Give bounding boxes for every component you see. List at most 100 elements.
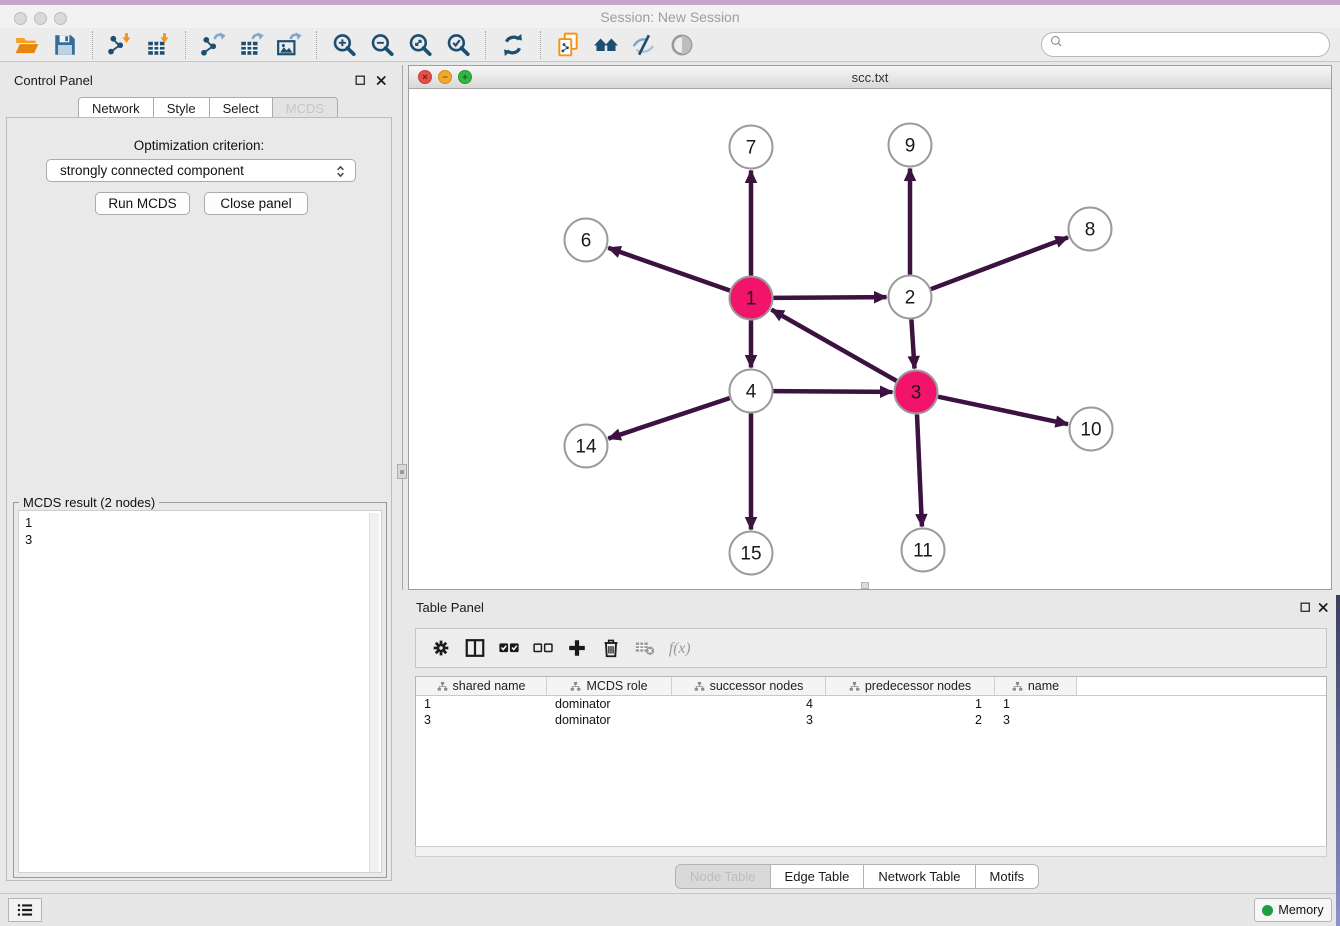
graph-edge-3-1[interactable] (771, 310, 896, 381)
clone-network-icon[interactable] (552, 30, 584, 60)
column-header-name[interactable]: name (995, 677, 1077, 695)
graph-edge-3-10[interactable] (938, 397, 1068, 424)
show-visualization-icon[interactable] (666, 30, 698, 60)
split-panel-icon[interactable] (458, 632, 492, 664)
graph-node-15[interactable]: 15 (730, 532, 773, 575)
panel-divider-handle[interactable] (397, 464, 407, 479)
graph-edge-1-2[interactable] (773, 297, 886, 298)
application-window: Session: New Session Control Panel Netwo… (0, 0, 1340, 926)
toolbar-separator (485, 31, 486, 59)
table-cell: 1 (826, 696, 995, 712)
graph-edge-4-14[interactable] (608, 398, 729, 438)
table-horizontal-scrollbar[interactable] (415, 846, 1327, 857)
graph-node-7[interactable]: 7 (730, 126, 773, 169)
zoom-selected-icon[interactable] (442, 30, 474, 60)
hide-visualization-icon[interactable] (628, 30, 660, 60)
table-cell: dominator (547, 696, 672, 712)
toolbar-separator (316, 31, 317, 59)
graph-node-2[interactable]: 2 (889, 276, 932, 319)
graph-node-9[interactable]: 9 (889, 124, 932, 167)
search-input[interactable] (1070, 37, 1310, 52)
add-icon[interactable] (560, 632, 594, 664)
table-row[interactable]: 1dominator411 (416, 696, 1326, 712)
graph-node-label: 15 (740, 544, 761, 565)
optimization-criterion-select[interactable]: strongly connected component (46, 159, 356, 182)
delete-table-icon (628, 632, 662, 664)
tab-motifs[interactable]: Motifs (976, 864, 1040, 889)
graph-node-label: 11 (913, 541, 933, 562)
zoom-out-icon[interactable] (366, 30, 398, 60)
column-header-shared-name[interactable]: shared name (416, 677, 547, 695)
task-history-button[interactable] (8, 898, 42, 922)
export-image-icon[interactable] (273, 30, 305, 60)
toolbar-separator (92, 31, 93, 59)
import-network-icon[interactable] (104, 30, 136, 60)
memory-button[interactable]: Memory (1254, 898, 1332, 922)
result-scrollbar[interactable] (369, 513, 379, 872)
table-header-row: shared nameMCDS rolesuccessor nodesprede… (416, 677, 1326, 696)
graph-node-11[interactable]: 11 (902, 529, 945, 572)
toolbar-separator (540, 31, 541, 59)
zoom-in-icon[interactable] (328, 30, 360, 60)
export-table-icon[interactable] (235, 30, 267, 60)
deselect-all-checkboxes-icon[interactable] (526, 632, 560, 664)
result-line: 3 (25, 531, 381, 548)
graph-edge-2-8[interactable] (931, 237, 1068, 289)
graph-node-10[interactable]: 10 (1070, 408, 1113, 451)
save-session-icon[interactable] (49, 30, 81, 60)
graph-edge-3-11[interactable] (917, 414, 922, 526)
graph-node-6[interactable]: 6 (565, 219, 608, 262)
float-panel-icon[interactable] (353, 73, 367, 87)
table-close-panel-icon[interactable] (1316, 600, 1330, 614)
network-view-window: scc.txt 7968124314101511 (408, 65, 1332, 590)
tab-network-table[interactable]: Network Table (864, 864, 975, 889)
import-table-icon[interactable] (142, 30, 174, 60)
graph-node-label: 8 (1085, 220, 1096, 241)
table-cell: 1 (416, 696, 547, 712)
delete-icon[interactable] (594, 632, 628, 664)
column-header-predecessor-nodes[interactable]: predecessor nodes (826, 677, 995, 695)
network-canvas[interactable]: 7 9 6 8 1 2 4 3 14 10 15 11 (409, 89, 1331, 589)
run-mcds-button[interactable]: Run MCDS (95, 192, 190, 215)
table-panel-tabs: Node TableEdge TableNetwork TableMotifs (675, 864, 1039, 889)
table-cell: 1 (995, 696, 1077, 712)
graph-edge-4-3[interactable] (773, 391, 892, 392)
tab-edge-table[interactable]: Edge Table (771, 864, 865, 889)
table-row[interactable]: 3dominator323 (416, 712, 1326, 728)
table-cell: 3 (672, 712, 826, 728)
graph-edge-1-6[interactable] (608, 248, 730, 291)
column-header-filler (1077, 677, 1326, 695)
column-header-successor-nodes[interactable]: successor nodes (672, 677, 826, 695)
tab-node-table[interactable]: Node Table (675, 864, 771, 889)
zoom-fit-icon[interactable] (404, 30, 436, 60)
column-type-icon (849, 681, 860, 692)
close-panel-icon[interactable] (374, 73, 388, 87)
network-splitter-handle[interactable] (861, 582, 869, 589)
search-box[interactable] (1041, 32, 1330, 57)
graph-node-4[interactable]: 4 (730, 370, 773, 413)
mcds-panel: Optimization criterion: strongly connect… (6, 117, 392, 881)
window-title: Session: New Session (0, 9, 1340, 25)
graph-node-3[interactable]: 3 (895, 371, 938, 414)
select-all-checkboxes-icon[interactable] (492, 632, 526, 664)
node-table: shared nameMCDS rolesuccessor nodesprede… (415, 676, 1327, 846)
home-icon[interactable] (590, 30, 622, 60)
graph-node-8[interactable]: 8 (1069, 208, 1112, 251)
export-network-icon[interactable] (197, 30, 229, 60)
table-cell: 2 (826, 712, 995, 728)
desktop-edge (1336, 595, 1340, 926)
table-panel-title: Table Panel (416, 600, 484, 615)
open-session-icon[interactable] (11, 30, 43, 60)
table-float-panel-icon[interactable] (1298, 600, 1312, 614)
graph-node-14[interactable]: 14 (565, 425, 608, 468)
graph-node-1[interactable]: 1 (730, 277, 773, 320)
column-header-MCDS-role[interactable]: MCDS role (547, 677, 672, 695)
refresh-icon[interactable] (497, 30, 529, 60)
settings-icon[interactable] (424, 632, 458, 664)
mcds-result-textarea[interactable]: 13 (18, 510, 382, 873)
graph-node-label: 2 (905, 288, 916, 309)
graph-edge-2-3[interactable] (911, 319, 914, 368)
graph-node-label: 6 (581, 231, 592, 252)
table-cell: 3 (416, 712, 547, 728)
close-panel-button[interactable]: Close panel (204, 192, 308, 215)
